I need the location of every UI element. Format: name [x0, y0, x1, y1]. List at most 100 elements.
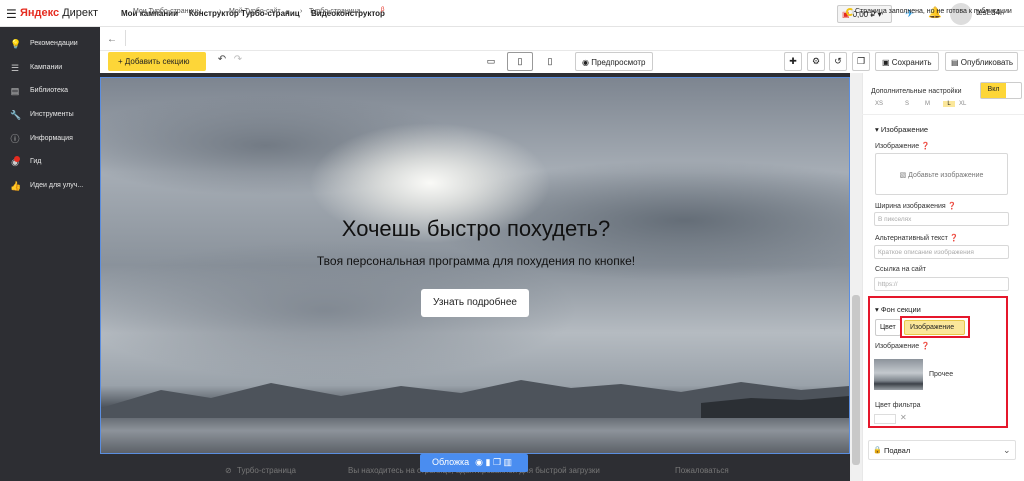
filter-color-label: Цвет фильтра — [875, 402, 921, 409]
cover-section-tab[interactable]: Обложка ◉ ▮ ❐ ▥ — [420, 454, 528, 472]
add-image-label: Добавьте изображение — [908, 172, 984, 179]
save-label: Сохранить — [891, 58, 932, 67]
logo-yandex: Яндекс — [20, 7, 60, 19]
cover-tab-label: Обложка — [432, 457, 470, 467]
width-label: Ширина изображения ❓ — [875, 202, 956, 210]
sidebar-item-label: Рекомендации — [30, 40, 78, 47]
cover-tab-actions[interactable]: ◉ ▮ ❐ ▥ — [475, 457, 512, 467]
back-arrow-icon[interactable]: ← — [107, 34, 117, 45]
help-icon[interactable]: ❓ — [948, 203, 957, 210]
bg-section-header[interactable]: ▾ Фон секции — [875, 305, 921, 314]
desktop-view-icon[interactable]: ▭ — [478, 52, 504, 71]
scrollbar-thumb[interactable] — [852, 295, 860, 465]
notification-dot — [14, 156, 20, 162]
lock-icon: 🔒 — [873, 447, 882, 454]
turbo-logo-icon: ⊘ — [225, 466, 232, 475]
lightbulb-icon: 💡 — [10, 39, 22, 49]
sidebar-item-info[interactable]: ⓘ Информация — [0, 130, 100, 150]
mobile-view-icon[interactable]: ▯ — [537, 52, 563, 71]
alt-label-text: Альтернативный текст — [875, 235, 948, 242]
complain-link[interactable]: Пожаловаться — [675, 466, 729, 475]
sidebar-item-label: Информация — [30, 135, 73, 142]
alt-label: Альтернативный текст ❓ — [875, 234, 959, 242]
size-m[interactable]: M — [925, 101, 930, 107]
hero-section[interactable]: Хочешь быстро похудеть? Твоя персональна… — [100, 77, 850, 454]
add-section-button[interactable]: + Добавить секцию — [108, 52, 206, 71]
width-input[interactable]: В пикселях — [874, 212, 1009, 226]
list-icon: ☰ — [10, 63, 20, 73]
image-section-header[interactable]: ▾ Изображение — [875, 125, 928, 134]
hero-cta-button[interactable]: Узнать подробнее — [421, 289, 529, 317]
bg-image-label: Изображение ❓ — [875, 342, 930, 350]
logo[interactable]: Яндекс Директ — [20, 7, 98, 19]
bg-image-thumbnail[interactable] — [874, 359, 923, 390]
image-icon: ▧ — [899, 172, 909, 179]
preview-label: Предпросмотр — [591, 58, 646, 67]
image-label-text: Изображение — [875, 143, 920, 150]
size-xl[interactable]: XL — [959, 101, 966, 107]
hero-title[interactable]: Хочешь быстро похудеть? — [101, 216, 849, 242]
menu-icon[interactable]: ☰ — [6, 7, 17, 21]
chevron-down-icon[interactable]: ▾ — [286, 8, 290, 16]
other-link[interactable]: Прочее — [929, 371, 953, 378]
help-icon[interactable]: ❓ — [921, 143, 930, 150]
add-image-dropzone[interactable]: ▧ Добавьте изображение — [875, 153, 1008, 195]
sidebar-item-label: Гид — [30, 158, 42, 165]
bg-image-tab[interactable]: Изображение — [904, 320, 965, 335]
history-icon[interactable]: ↺ — [829, 52, 847, 71]
footer-section-title: Подвал — [884, 446, 911, 455]
undo-icon[interactable]: ↶ — [214, 54, 230, 70]
logo-direct: Директ — [62, 7, 99, 19]
footer-turbo-label: Турбо-страница — [237, 466, 296, 475]
extra-settings-toggle[interactable]: Вкл — [980, 82, 1022, 99]
sidebar-item-campaigns[interactable]: ☰ Кампании — [0, 59, 100, 79]
sidebar-item-recommendations[interactable]: 💡 Рекомендации — [0, 35, 100, 55]
redo-icon[interactable]: ↷ — [230, 54, 246, 70]
publish-icon: ▤ — [951, 58, 961, 67]
size-selector[interactable]: XS S M L XL — [875, 101, 975, 109]
help-icon[interactable]: ❓ — [921, 343, 930, 350]
size-s[interactable]: S — [905, 101, 909, 107]
breadcrumb-turbo-site[interactable]: Мой Турбо-сайт — [229, 8, 281, 15]
size-l[interactable]: L — [943, 101, 955, 107]
publish-button[interactable]: ▤ Опубликовать — [945, 52, 1018, 71]
publish-label: Опубликовать — [960, 58, 1014, 67]
divider — [125, 30, 126, 46]
chevron-right-icon: › — [219, 8, 222, 15]
width-label-text: Ширина изображения — [875, 203, 946, 210]
image-section-title: Изображение — [880, 125, 929, 134]
beta-icon: β — [381, 7, 385, 13]
extra-settings-label: Дополнительные настройки — [871, 88, 962, 95]
sidebar-item-label: Библиотека — [30, 87, 69, 94]
link-label: Ссылка на сайт — [875, 266, 926, 273]
eye-icon: ◉ — [582, 58, 592, 67]
copy-icon[interactable]: ❐ — [852, 52, 870, 71]
plus-badge-icon[interactable]: ✚ — [784, 52, 802, 71]
clear-icon[interactable]: ✕ — [900, 413, 907, 422]
sidebar-item-guide[interactable]: ◉ Гид — [0, 153, 100, 173]
preview-button[interactable]: ◉ Предпросмотр — [575, 52, 653, 71]
size-xs[interactable]: XS — [875, 101, 883, 107]
divider — [862, 114, 1024, 115]
sidebar-item-ideas[interactable]: 👍 Идеи для улуч... — [0, 177, 100, 197]
breadcrumb-turbo-page: Турбо-страница — [309, 8, 361, 15]
sidebar-item-label: Идеи для улуч... — [30, 182, 84, 189]
breadcrumb-turbo-pages[interactable]: Мои Турбо-страницы — [133, 8, 201, 15]
progress-ring-icon — [846, 8, 854, 16]
save-button[interactable]: ▣ Сохранить — [875, 52, 939, 71]
alt-input[interactable]: Краткое описание изображения — [874, 245, 1009, 259]
bg-color-tab[interactable]: Цвет — [875, 319, 901, 336]
chevron-down-icon[interactable]: ⌄ — [1003, 445, 1011, 456]
sidebar-item-tools[interactable]: 🔧 Инструменты — [0, 106, 100, 126]
filter-color-swatch[interactable] — [874, 414, 896, 424]
tablet-view-icon[interactable]: ▯ — [507, 52, 533, 71]
toggle-on-label: Вкл — [981, 83, 1006, 98]
sidebar-item-label: Кампании — [30, 64, 63, 71]
hero-subtitle[interactable]: Твоя персональная программа для похудени… — [101, 254, 849, 268]
help-icon[interactable]: ❓ — [950, 235, 959, 242]
mountains-image — [101, 380, 849, 418]
gear-icon[interactable]: ⚙ — [807, 52, 825, 71]
link-input[interactable]: https:// — [874, 277, 1009, 291]
chevron-right-icon: › — [300, 8, 303, 15]
sidebar-item-library[interactable]: ▤ Библиотека — [0, 82, 100, 102]
